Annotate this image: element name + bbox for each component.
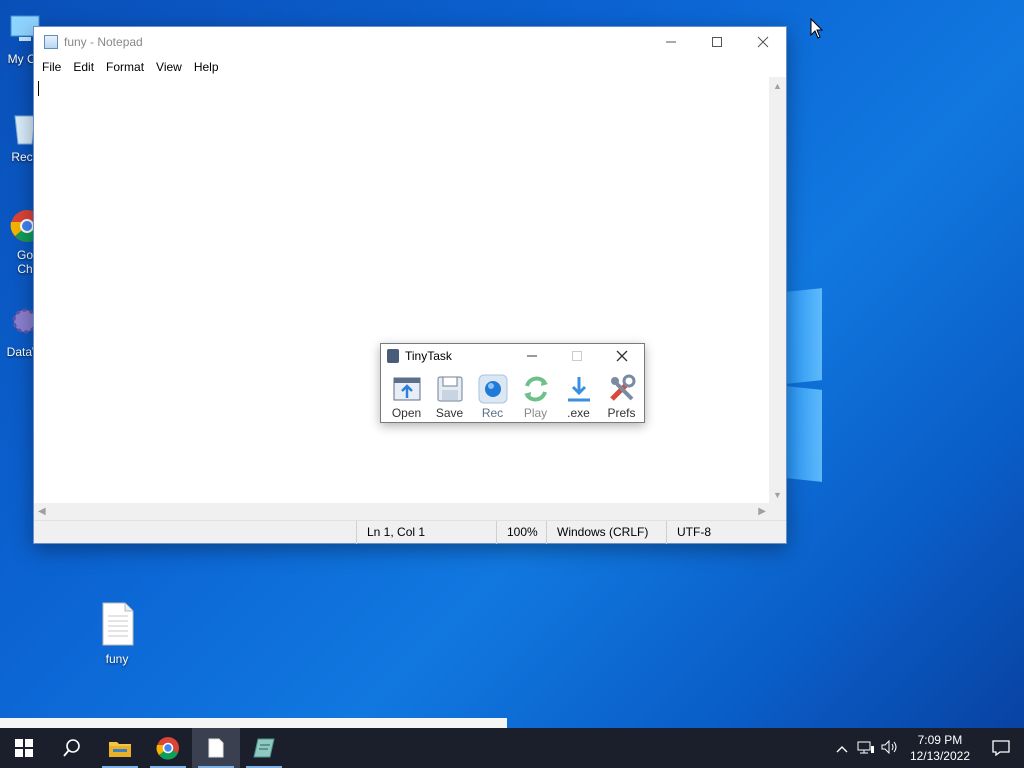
scroll-right-icon[interactable]: ▶ xyxy=(758,506,766,517)
clock-date: 12/13/2022 xyxy=(909,749,970,763)
save-button[interactable]: Save xyxy=(428,368,471,420)
maximize-button[interactable] xyxy=(694,27,740,57)
windows-start-icon xyxy=(15,739,33,757)
chrome-icon xyxy=(156,737,179,760)
notepad-icon xyxy=(44,35,58,49)
vertical-scrollbar[interactable]: ▲ ▼ xyxy=(769,77,786,503)
desktop-icon-funy[interactable]: funy xyxy=(82,602,152,666)
notepad-titlebar[interactable]: funy - Notepad xyxy=(34,27,786,57)
start-button[interactable] xyxy=(0,728,48,768)
text-editor-area[interactable] xyxy=(34,77,770,503)
status-line-ending: Windows (CRLF) xyxy=(546,521,666,544)
search-icon xyxy=(63,739,80,757)
menu-view[interactable]: View xyxy=(150,60,188,74)
open-label: Open xyxy=(391,406,422,420)
action-center-button[interactable] xyxy=(978,728,1024,768)
clock-time: 7:09 PM xyxy=(917,733,963,747)
horizontal-scrollbar[interactable]: ◀ ▶ xyxy=(34,503,770,520)
tinytask-title: TinyTask xyxy=(405,349,452,363)
window-title: funy - Notepad xyxy=(64,35,143,49)
status-spacer xyxy=(34,521,356,543)
close-icon xyxy=(757,36,769,48)
record-label: Rec xyxy=(481,406,504,420)
taskbar-file-explorer[interactable] xyxy=(96,728,144,768)
scroll-up-icon[interactable]: ▲ xyxy=(769,77,786,94)
menu-edit[interactable]: Edit xyxy=(67,60,100,74)
menu-help[interactable]: Help xyxy=(188,60,225,74)
status-encoding: UTF-8 xyxy=(666,521,786,544)
minimize-icon xyxy=(666,41,676,43)
compile-exe-label: .exe xyxy=(567,406,590,420)
menu-format[interactable]: Format xyxy=(100,60,150,74)
folder-icon xyxy=(109,742,131,757)
status-position: Ln 1, Col 1 xyxy=(356,521,496,544)
desktop-windows-logo xyxy=(786,288,822,482)
save-icon xyxy=(435,374,465,404)
taskbar-preview-strip xyxy=(0,718,507,728)
tinytask-app-icon xyxy=(387,349,399,363)
scroll-down-icon[interactable]: ▼ xyxy=(769,486,786,503)
minimize-button[interactable] xyxy=(648,27,694,57)
save-label: Save xyxy=(435,406,464,420)
minimize-icon xyxy=(526,355,537,357)
record-button[interactable]: Rec xyxy=(471,368,514,420)
show-hidden-icons-icon[interactable] xyxy=(830,741,854,756)
text-file-icon xyxy=(101,602,134,648)
play-label: Play xyxy=(523,406,548,420)
prefs-icon xyxy=(607,374,637,404)
scroll-left-icon[interactable]: ◀ xyxy=(38,506,46,517)
close-button[interactable] xyxy=(740,27,786,57)
notepad-window[interactable]: funy - Notepad File Edit Format View Hel… xyxy=(33,26,787,544)
menu-bar: File Edit Format View Help xyxy=(34,57,786,77)
taskbar-tinytask[interactable] xyxy=(240,728,288,768)
clock[interactable]: 7:09 PM 12/13/2022 xyxy=(902,732,978,764)
text-caret xyxy=(38,81,39,96)
compile-exe-icon xyxy=(564,374,594,404)
compile-exe-button[interactable]: .exe xyxy=(557,368,600,420)
tinytask-toolbar: Open Save Rec Play .exe Prefs xyxy=(381,368,644,420)
tinytask-close-button[interactable] xyxy=(599,344,644,368)
menu-file[interactable]: File xyxy=(36,60,67,74)
prefs-label: Prefs xyxy=(607,406,636,420)
play-button[interactable]: Play xyxy=(514,368,557,420)
record-icon xyxy=(478,374,508,404)
desktop-icon-label: funy xyxy=(105,652,129,666)
taskbar: 7:09 PM 12/13/2022 xyxy=(0,728,1024,768)
mouse-cursor-icon xyxy=(810,18,824,39)
tinytask-icon xyxy=(253,738,275,758)
notepad-icon xyxy=(208,738,224,758)
maximize-icon xyxy=(571,351,582,361)
open-icon xyxy=(392,374,422,404)
network-icon[interactable] xyxy=(854,740,878,757)
scrollbar-corner xyxy=(769,503,786,520)
taskbar-notepad[interactable] xyxy=(192,728,240,768)
tinytask-minimize-button[interactable] xyxy=(509,344,554,368)
maximize-icon xyxy=(712,37,722,47)
tinytask-maximize-button xyxy=(554,344,599,368)
open-button[interactable]: Open xyxy=(385,368,428,420)
close-icon xyxy=(616,350,627,362)
tinytask-titlebar[interactable]: TinyTask xyxy=(381,344,644,368)
taskbar-chrome[interactable] xyxy=(144,728,192,768)
play-icon xyxy=(521,374,551,404)
notification-icon xyxy=(992,740,1010,756)
prefs-button[interactable]: Prefs xyxy=(600,368,643,420)
system-tray: 7:09 PM 12/13/2022 xyxy=(830,728,1024,768)
status-zoom: 100% xyxy=(496,521,546,544)
volume-icon[interactable] xyxy=(878,739,902,757)
search-button[interactable] xyxy=(48,728,96,768)
tinytask-window[interactable]: TinyTask Open Save Rec Play .exe Prefs xyxy=(380,343,645,423)
status-bar: Ln 1, Col 1 100% Windows (CRLF) UTF-8 xyxy=(34,520,786,544)
